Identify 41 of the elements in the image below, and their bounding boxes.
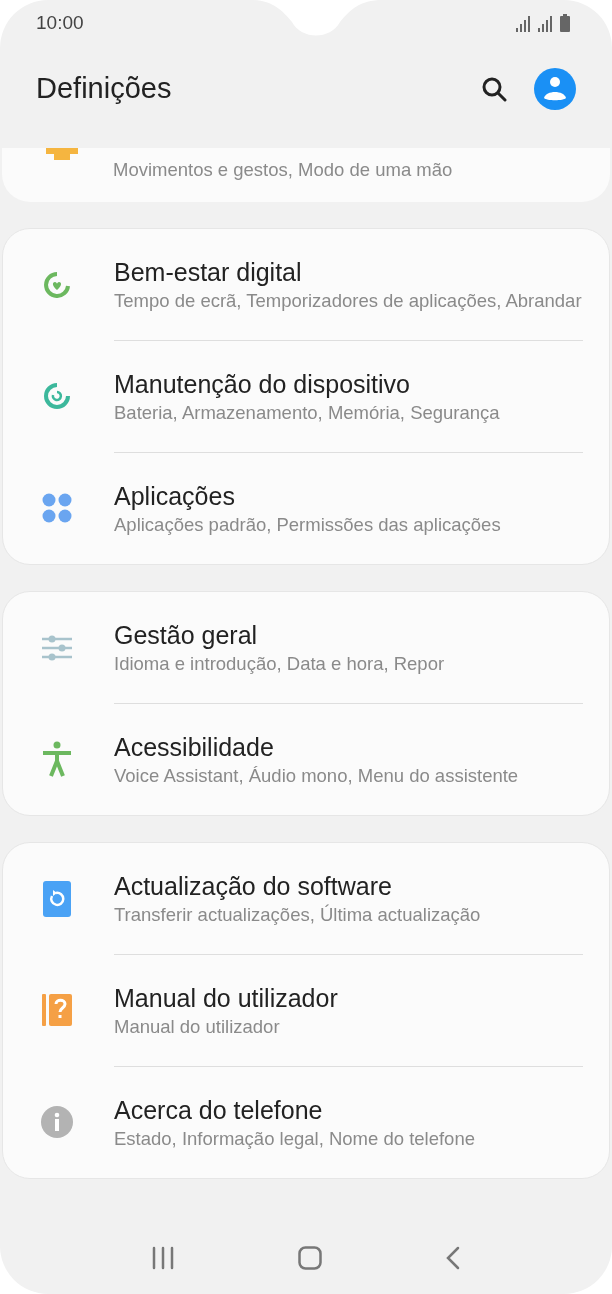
settings-item[interactable]: Gestão geral Idioma e introdução, Data e hora, Repor: [3, 592, 609, 703]
accessibility-icon: [41, 741, 72, 777]
item-subtitle: Transferir actualizações, Última actualização: [114, 903, 482, 927]
settings-item[interactable]: Actualização do software Transferir actualizações, Última actualização: [3, 843, 609, 954]
clock-time: 10:00: [36, 10, 84, 35]
puzzle-icon: [46, 148, 78, 160]
back-icon[interactable]: [446, 1246, 460, 1270]
item-subtitle: Aplicações padrão, Permissões das aplicações: [114, 513, 502, 537]
settings-item[interactable]: Bem-estar digital Tempo de ecrã, Temporizadores de aplicações, Abrandar: [3, 229, 609, 340]
item-subtitle: Tempo de ecrã, Temporizadores de aplicações, Abrandar: [114, 289, 583, 313]
settings-item[interactable]: Aplicações Aplicações padrão, Permissões das aplicações: [3, 452, 609, 564]
item-title: Bem-estar digital: [114, 257, 303, 288]
update-icon: [42, 880, 71, 917]
settings-item[interactable]: Manutenção do dispositivo Bateria, Armazenamento, Memória, Segurança: [3, 340, 609, 452]
four-dots-icon: [41, 493, 72, 523]
home-icon[interactable]: [298, 1246, 322, 1270]
item-title: Gestão geral: [114, 620, 259, 651]
search-icon: [481, 76, 507, 102]
sliders-icon: [41, 634, 72, 661]
item-subtitle: Manual do utilizador: [114, 1015, 281, 1039]
info-icon: [40, 1106, 73, 1138]
item-title: Manutenção do dispositivo: [114, 369, 412, 400]
item-title: Aplicações: [114, 481, 236, 512]
settings-item[interactable]: Acerca do telefone Estado, Informação legal, Nome do telefone: [3, 1066, 609, 1178]
item-subtitle: Idioma e introdução, Data e hora, Repor: [114, 652, 446, 676]
refresh-ring-icon: [43, 383, 70, 409]
heart-ring-icon: [43, 271, 70, 298]
item-subtitle: Bateria, Armazenamento, Memória, Segurança: [114, 401, 501, 425]
item-title: Manual do utilizador: [114, 983, 339, 1014]
settings-item[interactable]: Manual do utilizador Manual do utilizador: [3, 954, 609, 1066]
account-icon[interactable]: [534, 68, 576, 110]
item-title: Acerca do telefone: [114, 1095, 324, 1126]
page-title: Definições: [36, 71, 173, 107]
item-subtitle: Estado, Informação legal, Nome do telefone: [114, 1127, 476, 1151]
settings-item[interactable]: Acessibilidade Voice Assistant, Áudio mono, Menu do assistente: [3, 703, 609, 815]
item-subtitle: Voice Assistant, Áudio mono, Menu do assistente: [114, 764, 520, 788]
help-book-icon: [41, 994, 72, 1026]
item-title: Actualização do software: [114, 871, 393, 902]
recent-apps-icon[interactable]: [152, 1246, 174, 1270]
item-subtitle: Movimentos e gestos, Modo de uma mão: [113, 158, 453, 182]
item-title: Acessibilidade: [114, 732, 275, 763]
